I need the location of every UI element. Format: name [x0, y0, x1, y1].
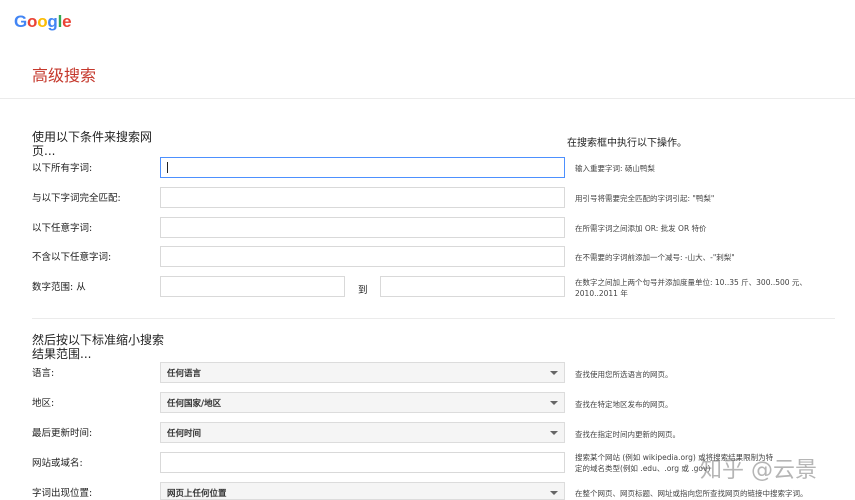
terms-position-selected-value: 网页上任何位置	[167, 489, 227, 499]
advanced-search-page: Google 高级搜索 使用以下条件来搜索网页... 在搜索框中执行以下操作。 …	[0, 0, 855, 500]
all-words-input[interactable]	[160, 157, 565, 178]
range-to-input[interactable]	[380, 276, 565, 297]
instructions-heading: 在搜索框中执行以下操作。	[567, 138, 687, 149]
all-words-label: 以下所有字词:	[32, 163, 93, 174]
region-selected-value: 任何国家/地区	[167, 399, 222, 409]
exact-phrase-hint: 用引号将需要完全匹配的字词引起: "鸭梨"	[575, 194, 715, 203]
terms-position-label: 字词出现位置:	[32, 488, 93, 499]
number-range-label: 数字范围: 从	[32, 282, 86, 293]
last-update-label: 最后更新时间:	[32, 428, 93, 439]
header-divider	[0, 98, 855, 99]
none-words-input[interactable]	[160, 246, 565, 267]
none-words-label: 不含以下任意字词:	[32, 252, 112, 263]
logo-letter: o	[37, 12, 48, 31]
range-from-input[interactable]	[160, 276, 345, 297]
last-update-hint: 查找在指定时间内更新的网页。	[575, 430, 680, 439]
last-update-select[interactable]: 任何时间	[160, 422, 565, 443]
logo-letter: o	[27, 12, 38, 31]
logo-letter: e	[62, 12, 72, 31]
terms-position-hint: 在整个网页、网页标题、网址或指向您所查找网页的链接中搜索字词。	[575, 489, 808, 498]
dropdown-arrow-icon	[550, 431, 558, 435]
logo-letter: G	[14, 12, 28, 31]
exact-phrase-input[interactable]	[160, 187, 565, 208]
number-range-hint: 在数字之间加上两个句号并添加度量单位: 10..35 斤、300..500 元、…	[575, 278, 807, 298]
language-select[interactable]: 任何语言	[160, 362, 565, 383]
page-title: 高级搜索	[32, 66, 97, 85]
text-caret	[167, 162, 168, 173]
language-label: 语言:	[32, 368, 55, 379]
dropdown-arrow-icon	[550, 491, 558, 495]
region-label: 地区:	[32, 398, 55, 409]
all-words-hint: 输入重要字词: 砀山鸭梨	[575, 164, 655, 173]
site-domain-input[interactable]	[160, 452, 565, 473]
exact-phrase-label: 与以下字词完全匹配:	[32, 193, 121, 204]
any-words-label: 以下任意字词:	[32, 223, 93, 234]
region-hint: 查找在特定地区发布的网页。	[575, 400, 673, 409]
terms-position-select[interactable]: 网页上任何位置	[160, 482, 565, 500]
region-select[interactable]: 任何国家/地区	[160, 392, 565, 413]
language-selected-value: 任何语言	[167, 369, 202, 379]
last-update-selected-value: 任何时间	[167, 429, 202, 439]
range-separator: 到	[358, 285, 368, 296]
language-hint: 查找使用您所选语言的网页。	[575, 370, 673, 379]
none-words-hint: 在不需要的字词前添加一个减号: -山大、-"刺梨"	[575, 253, 735, 262]
zhihu-watermark: 知乎 @云景	[700, 458, 817, 483]
any-words-hint: 在所需字词之间添加 OR: 批发 OR 特价	[575, 224, 707, 233]
site-domain-label: 网站或域名:	[32, 458, 83, 469]
dropdown-arrow-icon	[550, 401, 558, 405]
section-heading-conditions: 使用以下条件来搜索网页...	[32, 130, 153, 158]
section-divider	[32, 318, 835, 319]
logo-letter: g	[47, 12, 58, 31]
any-words-input[interactable]	[160, 217, 565, 238]
section-heading-narrow: 然后按以下标准缩小搜索结果范围...	[32, 333, 165, 361]
google-logo[interactable]: Google	[14, 12, 72, 32]
dropdown-arrow-icon	[550, 371, 558, 375]
